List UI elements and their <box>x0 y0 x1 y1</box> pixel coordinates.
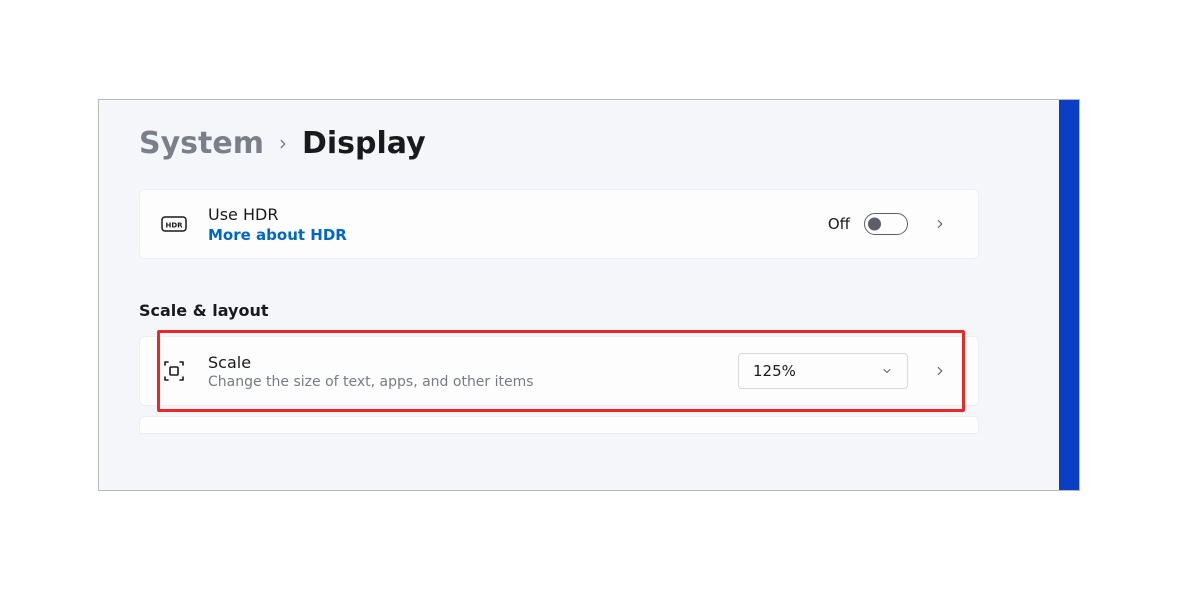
chevron-right-icon <box>276 137 290 151</box>
content-area: System Display HDR Use HDR More about HD… <box>99 100 1019 434</box>
breadcrumb: System Display <box>139 126 979 161</box>
toggle-knob <box>868 218 881 231</box>
svg-text:HDR: HDR <box>165 222 183 230</box>
section-title-scale-layout: Scale & layout <box>139 301 979 320</box>
breadcrumb-parent[interactable]: System <box>139 126 264 161</box>
chevron-right-icon <box>933 217 947 231</box>
scale-icon <box>160 359 188 383</box>
scale-title: Scale <box>208 353 718 372</box>
scale-dropdown[interactable]: 125% <box>738 353 908 389</box>
next-row-peek <box>139 416 979 434</box>
chevron-right-icon <box>933 364 947 378</box>
hdr-row[interactable]: HDR Use HDR More about HDR Off <box>139 189 979 259</box>
scale-subtitle: Change the size of text, apps, and other… <box>208 374 718 390</box>
chevron-down-icon <box>881 365 893 377</box>
scale-value: 125% <box>753 362 796 380</box>
scale-row-wrapper: Scale Change the size of text, apps, and… <box>139 336 979 406</box>
settings-panel: System Display HDR Use HDR More about HD… <box>98 99 1080 491</box>
scale-controls: 125% <box>738 353 958 389</box>
hdr-title: Use HDR <box>208 205 808 224</box>
hdr-toggle-label: Off <box>828 215 850 233</box>
scale-expand-button[interactable] <box>922 353 958 389</box>
hdr-icon: HDR <box>160 216 188 232</box>
accent-strip <box>1059 100 1079 490</box>
hdr-toggle[interactable] <box>864 213 908 235</box>
hdr-text: Use HDR More about HDR <box>208 205 808 244</box>
hdr-more-link[interactable]: More about HDR <box>208 226 808 244</box>
hdr-controls: Off <box>828 206 958 242</box>
breadcrumb-current: Display <box>302 126 426 161</box>
scale-row[interactable]: Scale Change the size of text, apps, and… <box>139 336 979 406</box>
scale-text: Scale Change the size of text, apps, and… <box>208 353 718 390</box>
hdr-expand-button[interactable] <box>922 206 958 242</box>
